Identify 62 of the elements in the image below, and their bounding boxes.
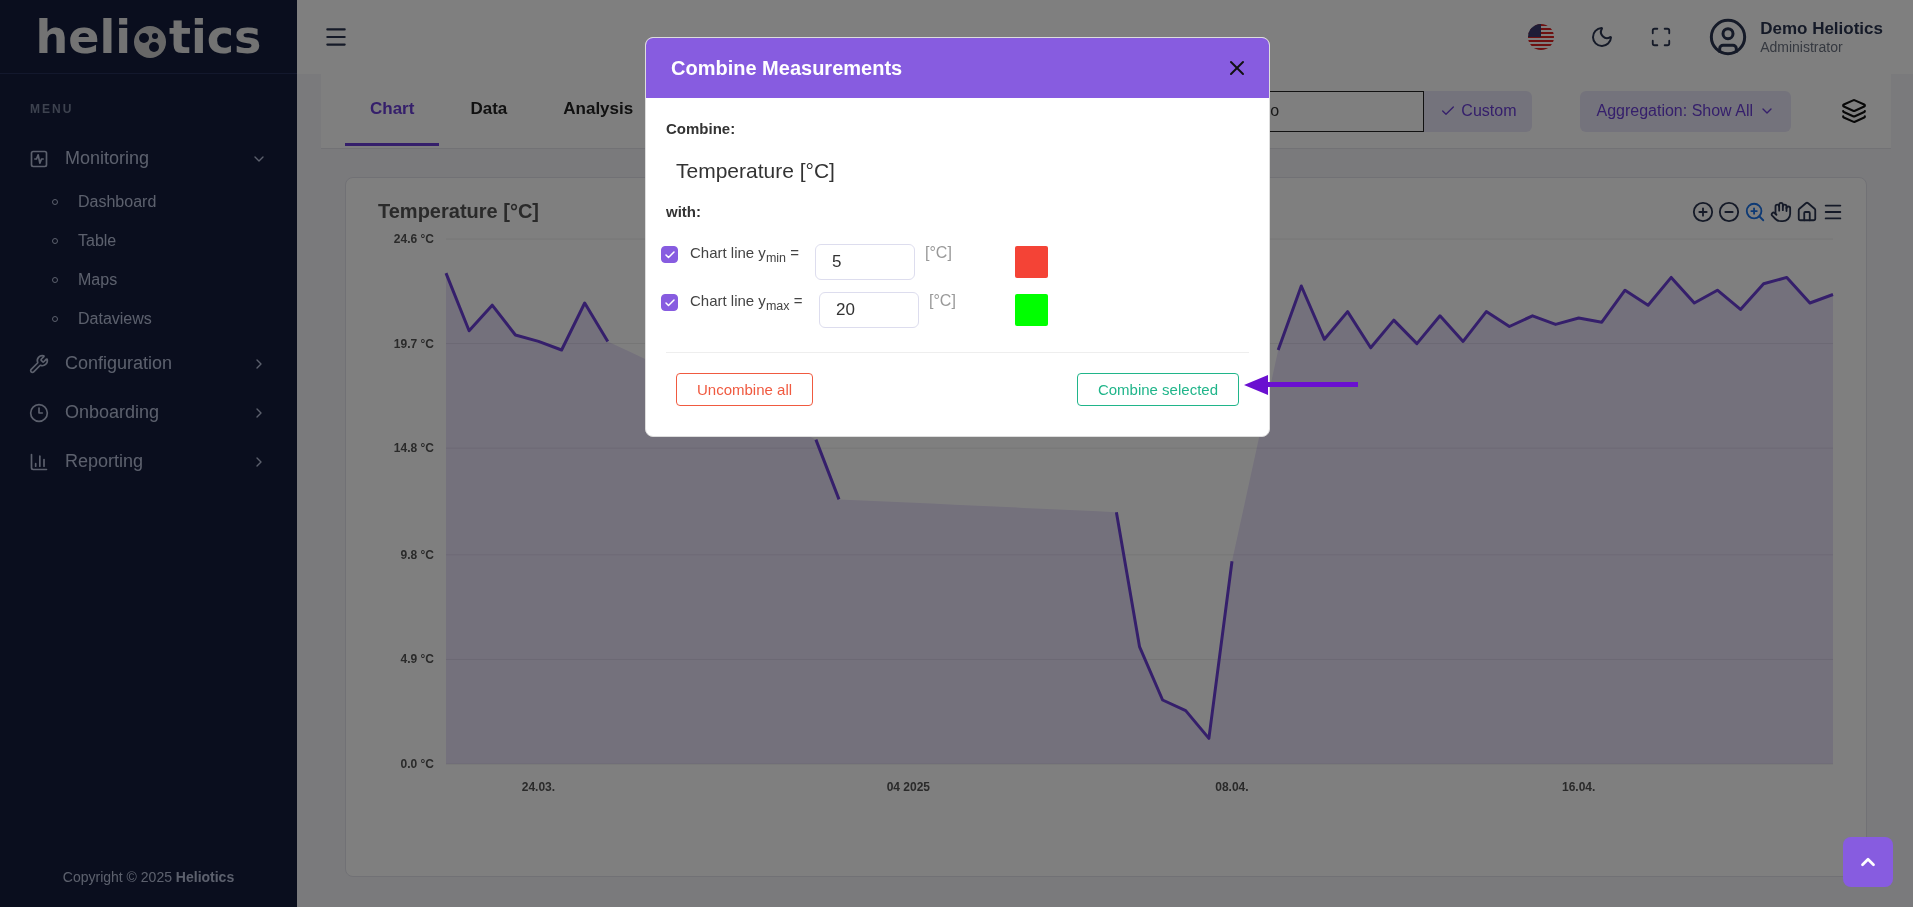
y-axis-label: 0.0 °C <box>400 757 434 771</box>
nav-icon <box>29 451 49 472</box>
moon-icon[interactable] <box>1590 25 1615 49</box>
user-role: Administrator <box>1760 39 1844 55</box>
nav-subitem[interactable]: Maps <box>0 261 297 300</box>
x-axis-label: 24.03. <box>521 780 556 794</box>
nav-icon <box>29 353 49 374</box>
home-icon[interactable] <box>1796 200 1818 223</box>
line-label: Chart line y$_{max}$ = <box>690 292 804 313</box>
hand-icon[interactable] <box>1770 200 1792 223</box>
value-input[interactable]: 20 <box>819 292 919 328</box>
layers-icon[interactable] <box>1841 98 1867 124</box>
nav-subitem[interactable]: Dataviews <box>0 300 297 339</box>
nav-icon <box>29 148 49 169</box>
copyright-text: Copyright © 2025 Heliotics <box>62 869 235 885</box>
nav-item[interactable]: Reporting <box>0 437 297 486</box>
custom-button[interactable]: Custom <box>1424 90 1533 132</box>
nav-item[interactable]: Monitoring <box>0 134 297 183</box>
nav-item[interactable]: Configuration <box>0 339 297 388</box>
check-icon <box>663 296 676 309</box>
search-icon[interactable] <box>1744 200 1766 223</box>
nav-subitem[interactable]: Dashboard <box>0 183 297 222</box>
nav-subitem[interactable]: Table <box>0 222 297 261</box>
y-axis-label: 14.8 °C <box>393 441 434 456</box>
y-axis-label: 4.9 °C <box>400 652 434 667</box>
checkbox[interactable] <box>661 294 678 311</box>
tab[interactable]: Analysis <box>538 76 659 146</box>
with-label: with: <box>666 203 702 220</box>
color-swatch[interactable] <box>1015 294 1048 326</box>
measurement-name: Temperature [°C] <box>676 159 836 183</box>
unit-label: [°C] <box>929 292 957 310</box>
chart-title: Temperature [°C] <box>378 200 539 223</box>
flag-icon[interactable] <box>1528 24 1555 50</box>
color-swatch[interactable] <box>1015 246 1048 278</box>
combine-button[interactable]: Combine selected <box>1076 373 1239 406</box>
value-input[interactable]: 5 <box>815 244 915 280</box>
dialog-title: Combine Measurements <box>671 56 904 80</box>
tab[interactable]: Chart <box>345 76 440 146</box>
uncombine-button[interactable]: Uncombine all <box>676 373 814 406</box>
y-axis-label: 19.7 °C <box>393 336 434 351</box>
logo-text: tics <box>169 9 262 64</box>
logo-text: heli <box>35 9 132 64</box>
zoom-out-icon[interactable] <box>1718 200 1740 223</box>
x-axis-label: 08.04. <box>1215 780 1249 794</box>
aggregation-dropdown[interactable]: Aggregation: Show All <box>1580 90 1791 132</box>
unit-label: [°C] <box>925 244 953 262</box>
y-axis-label: 9.8 °C <box>400 547 434 562</box>
fullscreen-icon[interactable] <box>1650 26 1673 48</box>
line-label: Chart line y$_{min}$ = <box>690 244 800 265</box>
x-axis-label: 04 2025 <box>886 780 931 794</box>
y-axis-label: 24.6 °C <box>393 232 434 246</box>
nav-icon <box>29 402 49 423</box>
x-axis-label: 16.04. <box>1562 780 1596 794</box>
logo-icon <box>132 23 169 60</box>
check-icon <box>663 248 676 261</box>
avatar-icon[interactable] <box>1708 17 1749 57</box>
zoom-in-icon[interactable] <box>1692 200 1714 223</box>
checkbox[interactable] <box>661 246 678 263</box>
user-name: Demo Heliotics <box>1760 19 1883 39</box>
combine-label: Combine: <box>666 120 737 137</box>
nav-item[interactable]: Onboarding <box>0 388 297 437</box>
tab[interactable]: Data <box>445 76 533 146</box>
